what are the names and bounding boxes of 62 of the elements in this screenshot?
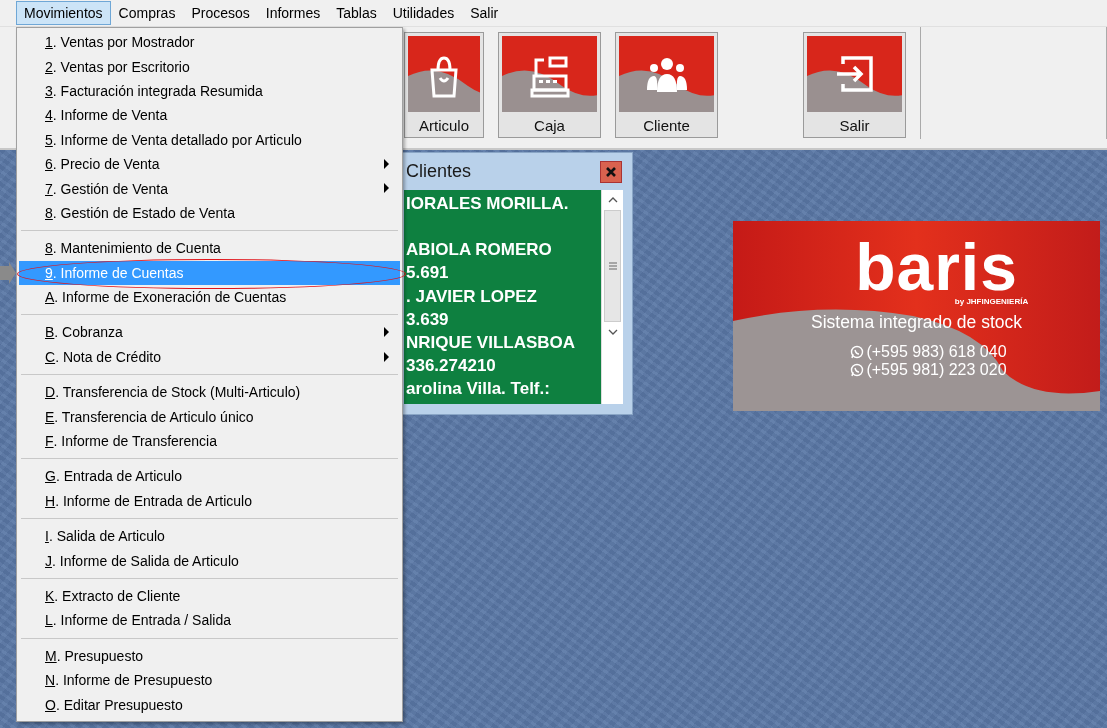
scroll-thumb[interactable] (604, 210, 621, 322)
menu-item[interactable]: N. Informe de Presupuesto (19, 668, 400, 693)
close-button[interactable] (600, 160, 622, 183)
menu-item[interactable]: K. Extracto de Cliente (19, 583, 400, 609)
menu-item[interactable]: 3. Facturación integrada Resumida (19, 78, 400, 104)
client-text-line: . JAVIER LOPEZ (406, 285, 538, 308)
menu-bar-item[interactable]: Tablas (328, 1, 385, 25)
menu-item[interactable]: I. Salida de Articulo (19, 524, 400, 549)
menu-item[interactable]: B. Cobranza (19, 320, 400, 345)
menu-item[interactable]: 4. Informe de Venta (19, 103, 400, 128)
menu-item[interactable]: H. Informe de Entrada de Articulo (19, 488, 400, 514)
client-text-line: 336.274210 (406, 355, 497, 378)
menu-item[interactable]: F. Informe de Transferencia (19, 428, 400, 454)
menu-item[interactable]: 7. Gestión de Venta (19, 176, 400, 201)
submenu-arrow-icon (384, 351, 389, 362)
menu-item[interactable]: G. Entrada de Articulo (19, 464, 400, 489)
grip-icon (608, 262, 617, 270)
toolbar-button[interactable]: Articulo (404, 32, 484, 138)
toolbar-button[interactable]: Caja (498, 32, 601, 138)
submenu-arrow-icon (384, 158, 389, 169)
scroll-down-icon (606, 327, 619, 337)
menu-item[interactable]: E. Transferencia de Articulo único (19, 404, 400, 429)
menu-item[interactable]: C. Nota de Crédito (19, 344, 400, 370)
phone-chat-icon (850, 363, 865, 377)
phone-number: (+595 981) 223 020 (866, 361, 1007, 379)
menu-item[interactable]: O. Editar Presupuesto (19, 692, 400, 717)
menu-item[interactable]: 6. Precio de Venta (19, 151, 400, 177)
submenu-arrow-icon (384, 327, 389, 338)
menu-item[interactable]: D. Transferencia de Stock (Multi-Articulo) (19, 380, 400, 405)
menu-item[interactable]: J. Informe de Salida de Articulo (19, 548, 400, 573)
menu-bar-item[interactable]: Salir (462, 1, 507, 25)
client-text-line: NRIQUE VILLASBOA (406, 332, 577, 354)
client-text-line: ABIOLA ROMERO (406, 239, 553, 262)
menu-item[interactable]: 8. Mantenimiento de Cuenta (19, 236, 400, 261)
close-icon (604, 164, 618, 179)
menu-bar-item[interactable]: Utilidades (384, 1, 463, 25)
client-text-line: IORALES MORILLA. (406, 193, 570, 215)
window-title: Clientes (406, 161, 472, 182)
client-text-line: arolina Villa. Telf.: (406, 378, 551, 401)
menu-bar-item[interactable]: Procesos (183, 1, 258, 25)
menu-bar-item[interactable]: Informes (257, 1, 329, 25)
menu-bar-item[interactable]: Movimientos (16, 1, 111, 25)
client-text-line: 3.639 (406, 308, 450, 331)
pointer-arrow-icon (0, 262, 16, 284)
menu-item[interactable]: M. Presupuesto (19, 643, 400, 668)
menu-item[interactable]: 1. Ventas por Mostrador (19, 30, 400, 55)
phone-chat-icon (850, 345, 865, 359)
menu-item[interactable]: A. Informe de Exoneración de Cuentas (19, 284, 400, 310)
menu-bar-item[interactable]: Compras (110, 1, 184, 25)
scroll-up-icon (606, 195, 619, 205)
scrollbar[interactable] (601, 190, 623, 404)
client-text-line: 5.691 (406, 262, 450, 285)
brand-logo-text: baris (855, 235, 1018, 299)
menu-item[interactable]: L. Informe de Entrada / Salida (19, 608, 400, 633)
menu-item[interactable]: 2. Ventas por Escritorio (19, 54, 400, 79)
submenu-arrow-icon (384, 183, 389, 194)
toolbar-button[interactable]: Salir (803, 32, 906, 138)
byline-text: by JHFINGENIERÍA (954, 297, 1029, 306)
menu-item[interactable]: 8. Gestión de Estado de Venta (19, 200, 400, 226)
toolbar-button[interactable]: Cliente (615, 32, 718, 138)
phone-number: (+595 983) 618 040 (866, 343, 1007, 361)
menu-item[interactable]: 5. Informe de Venta detallado por Articulo (19, 127, 400, 152)
